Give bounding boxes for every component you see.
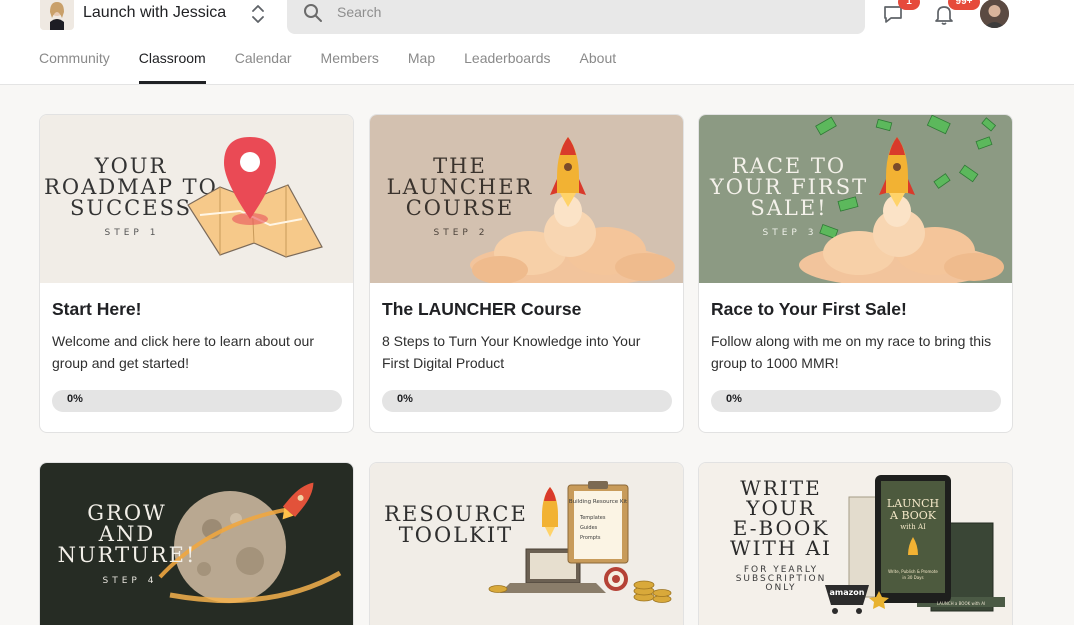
course-thumbnail: RACE TO YOUR FIRST SALE! STEP 3: [699, 115, 1012, 283]
thumbnail-step: STEP 4: [103, 576, 158, 586]
thumbnail-step: STEP 2: [434, 228, 489, 238]
tab-leaderboards[interactable]: Leaderboards: [464, 50, 550, 84]
top-header: Launch with Jessica 1 99+: [0, 0, 1074, 85]
course-thumbnail: WRITE YOUR E-BOOK WITH AI FOR YEARLY SUB…: [699, 463, 1012, 625]
group-switcher-icon[interactable]: [250, 2, 266, 26]
course-description: Welcome and click here to learn about ou…: [52, 333, 314, 371]
progress-label: 0%: [726, 393, 742, 405]
nav-tabs: Community Classroom Calendar Members Map…: [39, 50, 645, 84]
course-card-race[interactable]: RACE TO YOUR FIRST SALE! STEP 3 Race to …: [698, 114, 1013, 433]
course-card-start-here[interactable]: YOUR ROADMAP TO SUCCESS STEP 1 Start Her…: [39, 114, 354, 433]
thumbnail-sub-line: ONLY: [765, 583, 796, 593]
tab-members[interactable]: Members: [321, 50, 379, 84]
group-name: Launch with Jessica: [83, 4, 227, 21]
clipboard-icon: Building Resource Kit Templates Guides P…: [567, 481, 629, 564]
ebook-reader-icon: LAUNCH A BOOK with AI Write, Publish & P…: [875, 475, 951, 603]
course-description: Follow along with me on my race to bring…: [711, 333, 992, 371]
thumbnail-title-line: WITH AI: [730, 536, 832, 560]
course-thumbnail: THE LAUNCHER COURSE STEP 2: [370, 115, 683, 283]
course-progress-bar: 0%: [382, 390, 672, 412]
course-progress-bar: 0%: [52, 390, 342, 412]
thumbnail-title-line: NURTURE!: [58, 543, 197, 567]
thumbnail-step: STEP 3: [763, 228, 818, 238]
reader-title-line: with AI: [900, 523, 926, 531]
cart-brand-label: amazon: [830, 588, 865, 597]
course-title: Start Here!: [52, 299, 142, 319]
clipboard-title: Building Resource Kit: [569, 499, 628, 505]
course-title: Race to Your First Sale!: [711, 299, 907, 319]
checklist-item: Templates: [579, 515, 606, 521]
checklist-item: Guides: [580, 525, 598, 531]
course-card-launcher[interactable]: THE LAUNCHER COURSE STEP 2 The LAUNCHER …: [369, 114, 684, 433]
search-icon: [303, 3, 323, 23]
tab-calendar[interactable]: Calendar: [235, 50, 292, 84]
course-title: The LAUNCHER Course: [382, 299, 582, 319]
tab-map[interactable]: Map: [408, 50, 435, 84]
group-logo: [40, 0, 74, 30]
progress-label: 0%: [397, 393, 413, 405]
search-input[interactable]: [337, 1, 837, 23]
reader-subtitle-line: Write, Publish & Promote: [888, 569, 938, 574]
thumbnail-title-line: COURSE: [406, 196, 515, 220]
notification-badge: 99+: [948, 0, 980, 10]
tab-community[interactable]: Community: [39, 50, 110, 84]
user-avatar[interactable]: [980, 0, 1009, 28]
course-card-resource-toolkit[interactable]: RESOURCE TOOLKIT Building Resource Kit T…: [369, 462, 684, 625]
target-icon: [604, 567, 628, 591]
thumbnail-title-line: SUCCESS: [70, 196, 192, 220]
course-description: 8 Steps to Turn Your Knowledge into Your…: [382, 333, 641, 371]
course-thumbnail: YOUR ROADMAP TO SUCCESS STEP 1: [40, 115, 353, 283]
course-thumbnail: RESOURCE TOOLKIT Building Resource Kit T…: [370, 463, 683, 625]
thumbnail-title-line: SALE!: [750, 196, 827, 220]
tab-classroom[interactable]: Classroom: [138, 50, 206, 84]
course-thumbnail: GROW AND NURTURE! STEP 4: [40, 463, 353, 625]
progress-label: 0%: [67, 393, 83, 405]
chat-badge: 1: [898, 0, 920, 10]
group-brand[interactable]: Launch with Jessica: [40, 0, 226, 30]
course-progress-bar: 0%: [711, 390, 1001, 412]
thumbnail-title-line: TOOLKIT: [399, 523, 513, 547]
thumbnail-step: STEP 1: [105, 228, 160, 238]
course-card-ebook-ai[interactable]: WRITE YOUR E-BOOK WITH AI FOR YEARLY SUB…: [698, 462, 1013, 625]
search-bar[interactable]: [287, 0, 865, 34]
checklist-item: Prompts: [580, 535, 601, 541]
reader-subtitle-line: in 30 Days: [902, 575, 923, 580]
tab-about[interactable]: About: [580, 50, 617, 84]
book-spine-label: LAUNCH a BOOK with AI: [937, 601, 985, 606]
course-card-grow-nurture[interactable]: GROW AND NURTURE! STEP 4: [39, 462, 354, 625]
reader-title-line: A BOOK: [889, 509, 937, 522]
